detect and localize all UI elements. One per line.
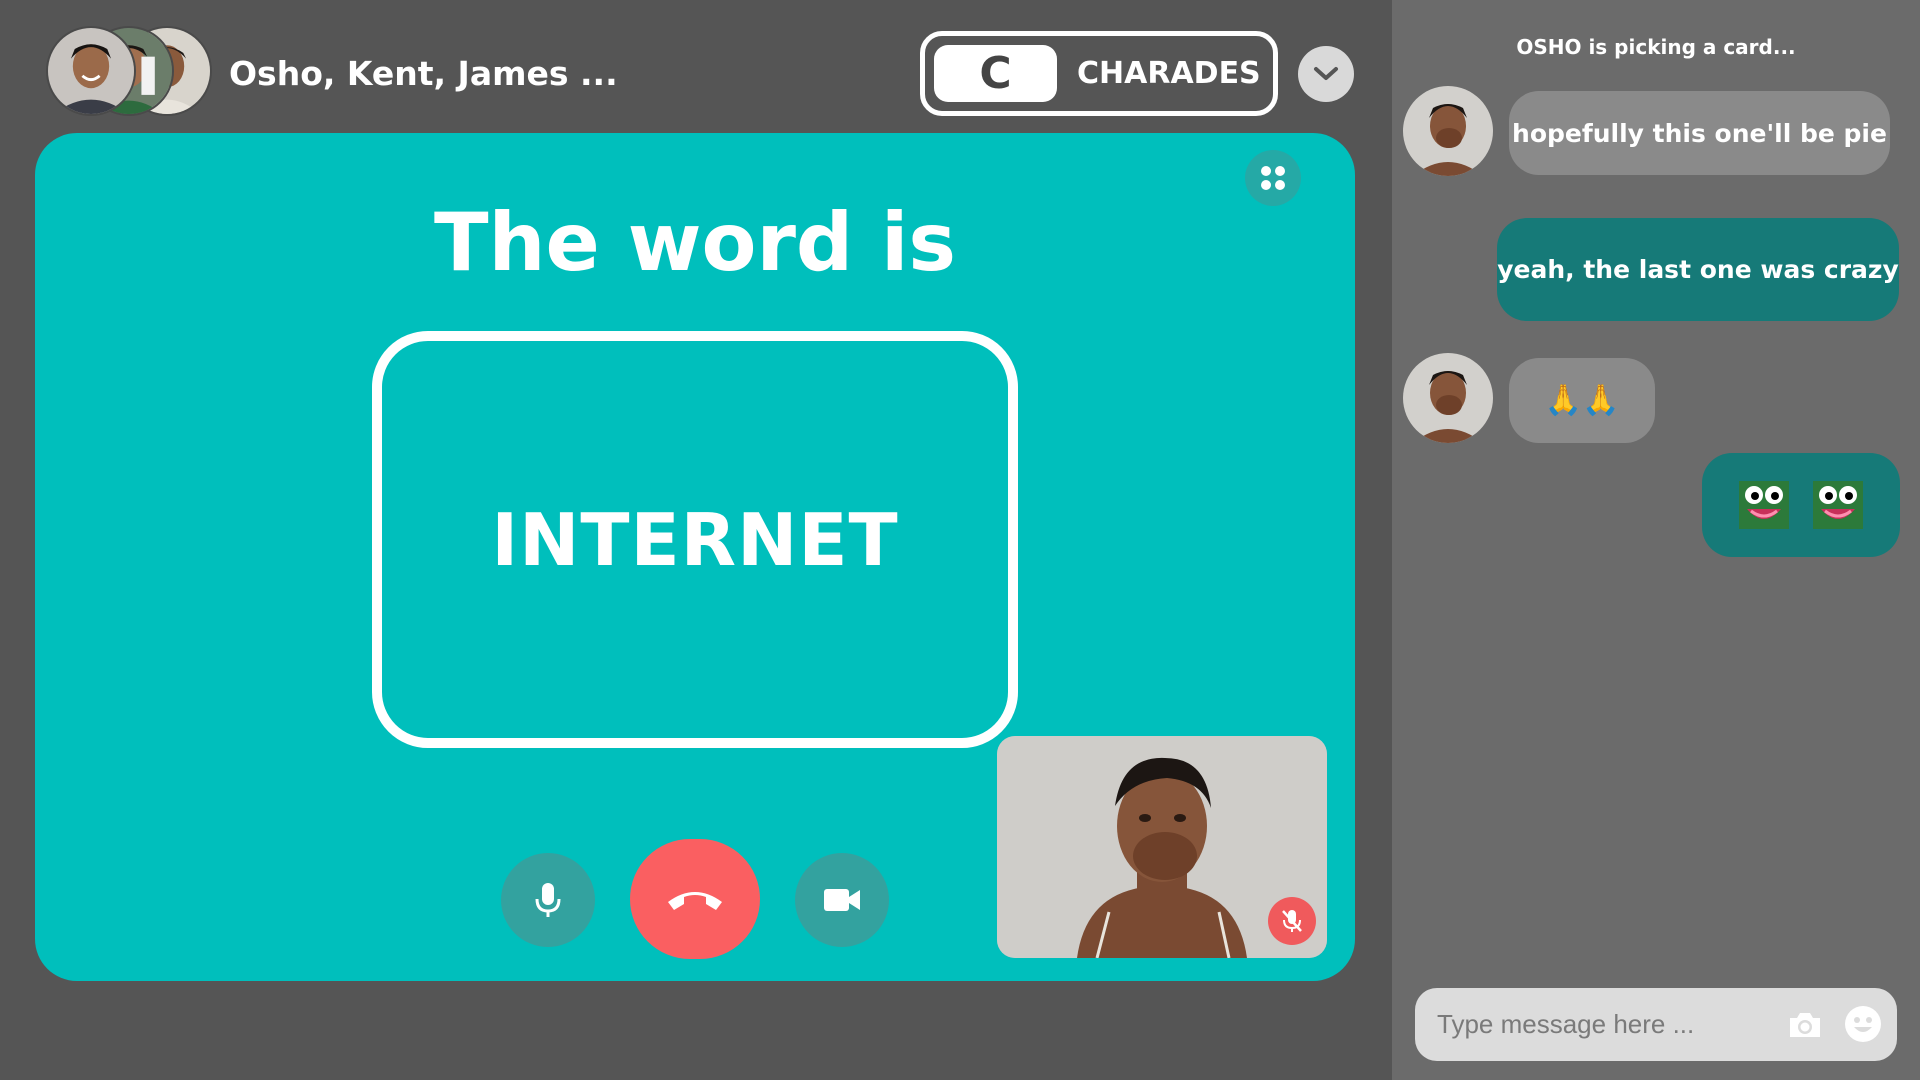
secret-word: INTERNET [491, 497, 899, 582]
chat-message-text: hopefully this one'll be pie [1512, 118, 1887, 148]
participants-names: Osho, Kent, James ... [229, 54, 618, 93]
chat-message-outgoing [1702, 453, 1900, 557]
chat-avatar[interactable] [1403, 353, 1493, 443]
message-input[interactable] [1437, 1002, 1777, 1046]
chat-message-emoji: 🙏🙏 [1544, 383, 1620, 418]
chat-message-incoming: hopefully this one'll be pie [1509, 91, 1890, 175]
participant-avatars[interactable] [46, 26, 216, 116]
smiley-icon [1845, 1006, 1881, 1042]
word-prompt-title: The word is [433, 196, 957, 289]
mic-muted-icon [1282, 910, 1302, 932]
sticker-row [1739, 481, 1863, 529]
video-camera-icon [824, 889, 860, 911]
chat-message-outgoing: yeah, the last one was crazy [1497, 218, 1899, 321]
game-mode-letter: C [934, 45, 1057, 102]
video-call-app: Osho, Kent, James ... C CHARADES The wor… [0, 0, 1920, 1080]
grid-dots-icon [1261, 166, 1285, 190]
frog-face-sticker [1739, 481, 1789, 529]
call-area: Osho, Kent, James ... C CHARADES The wor… [0, 0, 1392, 1080]
message-composer [1415, 988, 1897, 1061]
microphone-button[interactable] [501, 853, 595, 947]
chevron-down-icon [1314, 67, 1338, 80]
phone-hangup-icon [668, 892, 722, 910]
chat-status: OSHO is picking a card... [1516, 35, 1796, 59]
frog-face-sticker [1813, 481, 1863, 529]
game-mode-selector[interactable]: C CHARADES [920, 31, 1278, 116]
chat-message-text: yeah, the last one was crazy [1497, 255, 1899, 284]
chat-message-incoming: 🙏🙏 [1509, 358, 1655, 443]
participant-avatar-osho[interactable] [46, 26, 136, 116]
camera-toggle-button[interactable] [795, 853, 889, 947]
options-dropdown-button[interactable] [1298, 46, 1354, 102]
camera-icon [1790, 1013, 1820, 1037]
game-mode-name: CHARADES [1077, 56, 1261, 91]
self-muted-indicator [1268, 897, 1316, 945]
microphone-icon [535, 883, 561, 917]
emoji-picker-button[interactable] [1843, 1004, 1883, 1044]
end-call-button[interactable] [630, 839, 760, 959]
word-card: INTERNET [372, 331, 1018, 748]
attach-photo-button[interactable] [1785, 1006, 1825, 1044]
chat-avatar[interactable] [1403, 86, 1493, 176]
